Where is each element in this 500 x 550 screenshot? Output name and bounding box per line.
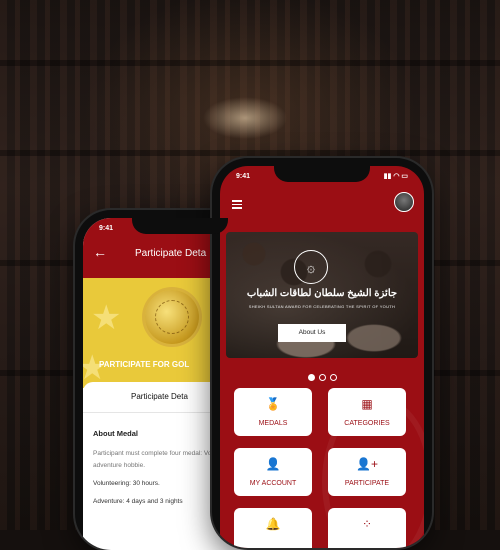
banner-arabic-title: جائزة الشيخ سلطان لطاقات الشباب <box>246 288 398 299</box>
card-label: CATEGORIES <box>344 420 390 427</box>
categories-icon: ▦ <box>361 397 373 411</box>
medals-card[interactable]: 🏅 MEDALS <box>234 388 312 436</box>
card-label: MY ACCOUNT <box>249 480 297 487</box>
banner-english-subtitle: SHEIKH SULTAN AWARD FOR CELEBRATING THE … <box>248 304 396 309</box>
more-card[interactable]: ⁘ <box>328 508 406 548</box>
carousel-dot[interactable] <box>318 374 326 381</box>
bell-icon: 🔔 <box>265 517 281 531</box>
about-us-button[interactable]: About Us <box>278 324 346 342</box>
award-logo-icon: ۞ <box>294 250 328 284</box>
participate-card[interactable]: 👤+ PARTICIPATE <box>328 448 406 496</box>
medal-caption: PARTICIPATE FOR GOL <box>99 360 190 369</box>
carousel-dots <box>220 368 424 386</box>
categories-card[interactable]: ▦ CATEGORIES <box>328 388 406 436</box>
notifications-card[interactable]: 🔔 <box>234 508 312 548</box>
page-title: Participate Deta <box>135 248 207 259</box>
home-screen-phone: 9:41 ▮▮ ◠ ▭ ۞ جائزة الشيخ سلطان لطاقات ا… <box>212 158 432 548</box>
shelf-line <box>0 60 500 66</box>
my-account-card[interactable]: 👤 MY ACCOUNT <box>234 448 312 496</box>
gold-medal-image <box>145 290 199 344</box>
hero-banner: ۞ جائزة الشيخ سلطان لطاقات الشباب SHEIKH… <box>226 232 418 358</box>
star-icon: ★ <box>91 299 122 337</box>
card-label: PARTICIPATE <box>344 480 390 487</box>
signal-battery-icons: ▮▮ ◠ ▭ <box>383 173 408 180</box>
tab-label: Participate Deta <box>131 392 188 401</box>
back-arrow-icon[interactable]: ← <box>93 244 107 260</box>
phone-notch <box>132 218 228 234</box>
carousel-dot[interactable] <box>329 374 337 381</box>
medal-icon: 🏅 <box>265 397 281 411</box>
carousel-dot[interactable] <box>307 374 315 381</box>
status-time: 9:41 <box>99 224 114 232</box>
app-header <box>220 188 424 218</box>
grid-icon: ⁘ <box>361 517 373 531</box>
shelf-line <box>0 150 500 156</box>
user-icon: 👤 <box>265 457 281 471</box>
phone-notch <box>274 166 370 182</box>
avatar[interactable] <box>394 192 414 212</box>
add-user-icon: 👤+ <box>356 457 378 471</box>
status-time: 9:41 <box>236 172 251 180</box>
menu-icon[interactable] <box>232 200 242 211</box>
card-label: MEDALS <box>258 420 288 427</box>
